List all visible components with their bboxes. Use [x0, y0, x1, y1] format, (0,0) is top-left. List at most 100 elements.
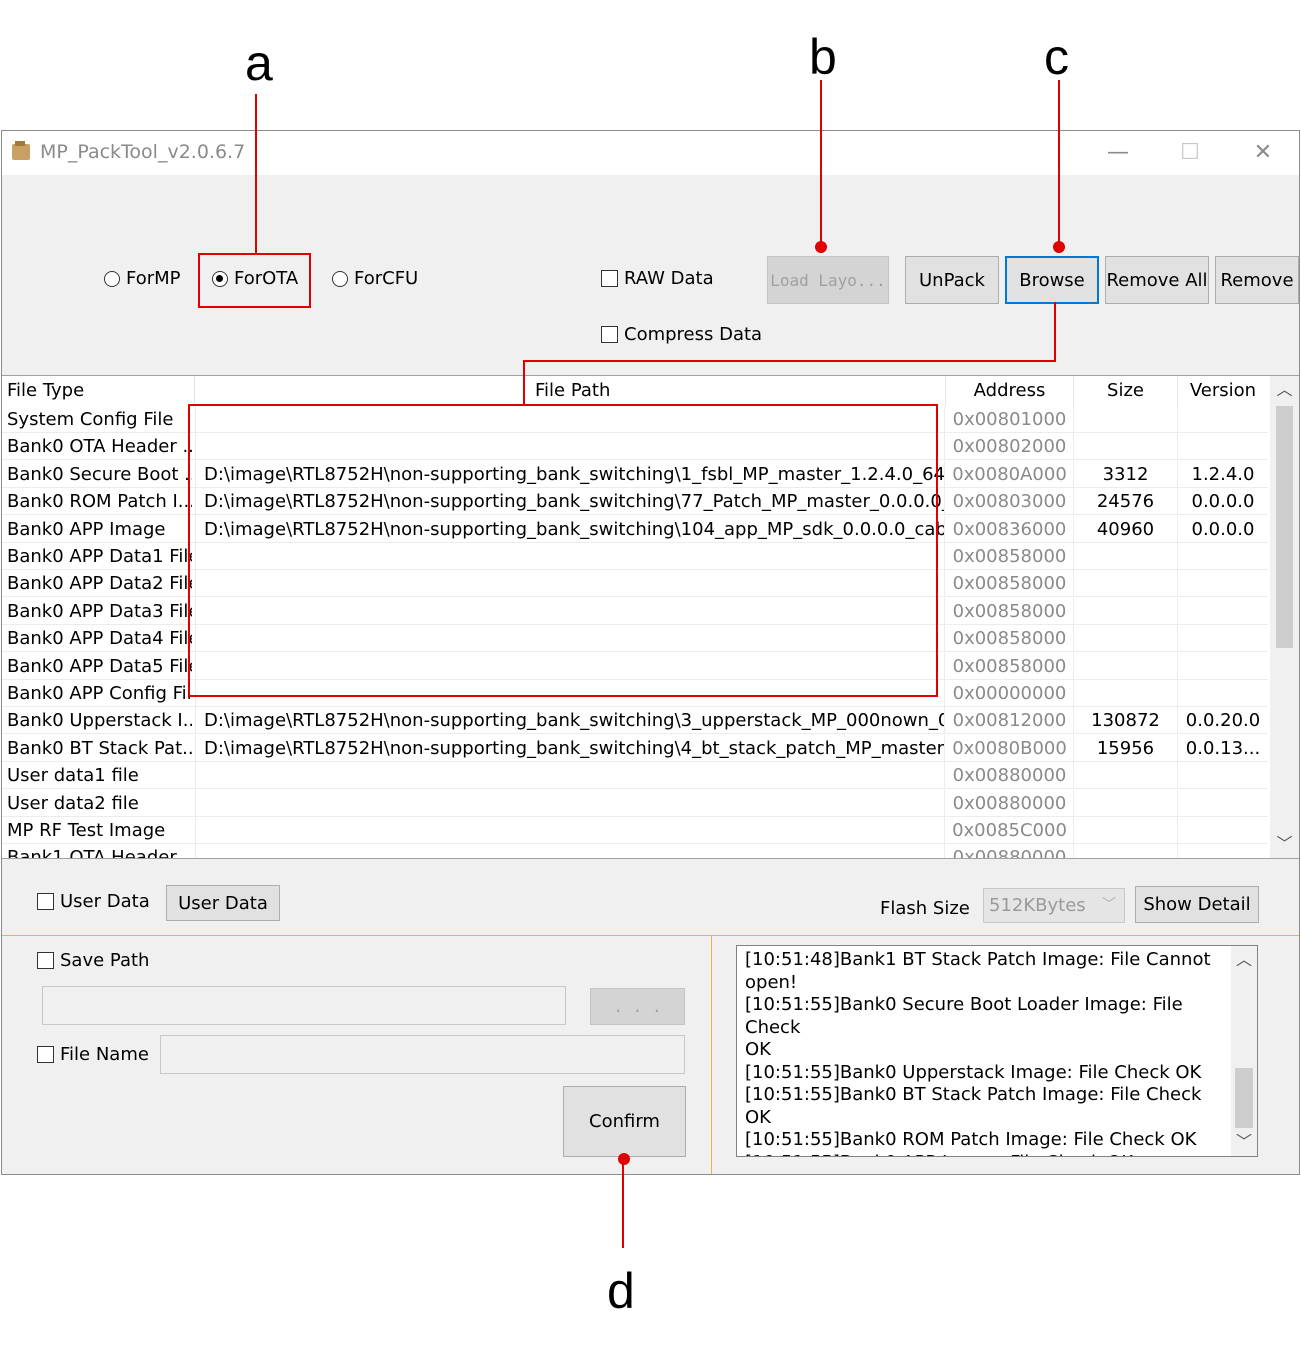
- address-cell: 0x00880000: [946, 844, 1074, 858]
- user-data-check-label: User Data: [60, 891, 150, 912]
- log-output[interactable]: [10:51:48]Bank1 BT Stack Patch Image: Fi…: [736, 945, 1258, 1157]
- radio-formp-label: ForMP: [126, 268, 181, 289]
- header-version[interactable]: Version: [1178, 376, 1268, 406]
- size-cell: [1074, 597, 1178, 625]
- remove-all-button[interactable]: Remove All: [1105, 256, 1209, 304]
- save-path-browse-button[interactable]: . . .: [590, 988, 685, 1025]
- file-name-checkbox[interactable]: File Name: [37, 1044, 149, 1065]
- show-detail-button[interactable]: Show Detail: [1135, 886, 1259, 923]
- header-address[interactable]: Address: [946, 376, 1074, 406]
- user-data-button[interactable]: User Data: [166, 885, 280, 921]
- header-file-path[interactable]: File Path: [195, 376, 946, 406]
- callout-c: c: [1044, 29, 1069, 85]
- address-cell: 0x00858000: [946, 597, 1074, 625]
- annotation-line-c-down: [1054, 302, 1056, 362]
- address-cell: 0x0085C000: [946, 817, 1074, 844]
- file-type-cell: User data2 file: [7, 792, 139, 814]
- annotation-line-c-drop: [523, 360, 525, 405]
- address-cell: 0x00858000: [946, 543, 1074, 570]
- file-type-cell: Bank0 APP Data4 File: [7, 628, 192, 650]
- address-cell: 0x00812000: [946, 707, 1074, 735]
- flash-size-select[interactable]: 512KBytes ﹀: [983, 888, 1125, 923]
- version-cell: [1178, 406, 1268, 433]
- version-cell: 0.0.0.0: [1191, 491, 1255, 513]
- compress-data-checkbox[interactable]: Compress Data: [601, 324, 762, 345]
- callout-a: a: [245, 35, 273, 91]
- log-scroll-down-icon[interactable]: ﹀: [1231, 1128, 1257, 1156]
- size-cell: [1074, 652, 1178, 680]
- version-cell: [1178, 790, 1268, 817]
- scroll-down-icon[interactable]: ﹀: [1270, 830, 1299, 858]
- table-row[interactable]: User data2 file 0x00880000: [2, 789, 1268, 817]
- user-data-checkbox[interactable]: User Data: [37, 891, 150, 912]
- header-file-type[interactable]: File Type: [2, 376, 195, 406]
- file-type-cell: Bank0 OTA Header ...: [7, 436, 192, 458]
- table-row[interactable]: Bank0 BT Stack Pat... D:\image\RTL8752H\n…: [2, 734, 1268, 762]
- file-type-cell: Bank0 Upperstack I...: [7, 710, 192, 732]
- log-scrollbar[interactable]: ︿ ﹀: [1231, 946, 1257, 1156]
- version-cell: [1178, 817, 1268, 844]
- table-row[interactable]: Bank0 Upperstack I... D:\image\RTL8752H\n…: [2, 707, 1268, 735]
- address-cell: 0x00858000: [946, 625, 1074, 653]
- size-cell: [1074, 543, 1178, 570]
- radio-forcfu-label: ForCFU: [354, 268, 419, 289]
- close-icon[interactable]: ✕: [1243, 135, 1283, 171]
- table-row[interactable]: Bank1 OTA Header ... 0x00880000: [2, 844, 1268, 858]
- log-line: [10:51:55]Bank0 ROM Patch Image: File Ch…: [745, 1129, 1197, 1150]
- file-type-cell: Bank0 ROM Patch I...: [7, 491, 192, 513]
- version-cell: [1178, 598, 1268, 625]
- annotation-dot-c: [1053, 241, 1065, 253]
- radio-formp[interactable]: ForMP: [104, 268, 181, 289]
- address-cell: 0x0080A000: [946, 460, 1074, 488]
- version-cell: [1178, 543, 1268, 570]
- size-cell: [1074, 406, 1178, 433]
- table-header: File Type File Path Address Size Version: [2, 376, 1268, 406]
- file-name-input[interactable]: [160, 1035, 685, 1074]
- log-scroll-thumb[interactable]: [1235, 1068, 1253, 1128]
- section-divider: [2, 935, 1299, 936]
- maximize-icon[interactable]: ☐: [1170, 135, 1210, 171]
- address-cell: 0x00858000: [946, 652, 1074, 680]
- remove-button[interactable]: Remove: [1215, 256, 1299, 304]
- file-type-cell: Bank0 APP Data5 File: [7, 655, 192, 677]
- file-path-cell: [195, 817, 945, 844]
- file-path-cell: [195, 762, 945, 790]
- table-row[interactable]: User data1 file 0x00880000: [2, 762, 1268, 790]
- chevron-down-icon: ﹀: [1102, 897, 1116, 913]
- save-path-checkbox[interactable]: Save Path: [37, 950, 149, 971]
- log-line: OK: [745, 1039, 771, 1060]
- address-cell: 0x00880000: [946, 762, 1074, 790]
- radio-forcfu[interactable]: ForCFU: [332, 268, 418, 289]
- annotation-box-a: [198, 253, 311, 308]
- minimize-icon[interactable]: —: [1098, 135, 1138, 171]
- radio-formp-indicator: [104, 270, 120, 287]
- browse-button[interactable]: Browse: [1005, 256, 1099, 304]
- scroll-thumb[interactable]: [1276, 406, 1293, 648]
- raw-data-checkbox[interactable]: RAW Data: [601, 268, 714, 289]
- file-type-cell: Bank0 APP Data1 File: [7, 546, 192, 567]
- confirm-button[interactable]: Confirm: [563, 1086, 686, 1157]
- table-row[interactable]: MP RF Test Image 0x0085C000: [2, 817, 1268, 844]
- annotation-line-b: [820, 80, 822, 246]
- header-size[interactable]: Size: [1074, 376, 1178, 406]
- unpack-button[interactable]: UnPack: [905, 256, 999, 304]
- table-scrollbar[interactable]: ︿ ﹀: [1270, 376, 1299, 858]
- scroll-up-icon[interactable]: ︿: [1270, 376, 1299, 404]
- address-cell: 0x00803000: [946, 488, 1074, 516]
- load-layout-button[interactable]: Load Layo...: [767, 256, 889, 304]
- title-bar[interactable]: MP_PackTool_v2.0.6.7 — ☐ ✕: [2, 131, 1299, 175]
- file-type-cell: MP RF Test Image: [7, 820, 166, 841]
- raw-data-box: [601, 270, 618, 287]
- compress-data-label: Compress Data: [624, 324, 763, 345]
- annotation-line-c: [1058, 80, 1060, 246]
- version-cell: [1178, 680, 1268, 707]
- size-cell: [1074, 789, 1178, 817]
- save-path-input[interactable]: [42, 986, 566, 1025]
- size-cell: [1074, 680, 1178, 707]
- size-cell: 3312: [1074, 460, 1178, 488]
- version-cell: [1178, 653, 1268, 680]
- log-scroll-up-icon[interactable]: ︿: [1231, 946, 1257, 974]
- flash-size-label: Flash Size: [880, 898, 970, 919]
- callout-d: d: [607, 1263, 635, 1319]
- version-cell: 0.0.0.0: [1191, 518, 1255, 540]
